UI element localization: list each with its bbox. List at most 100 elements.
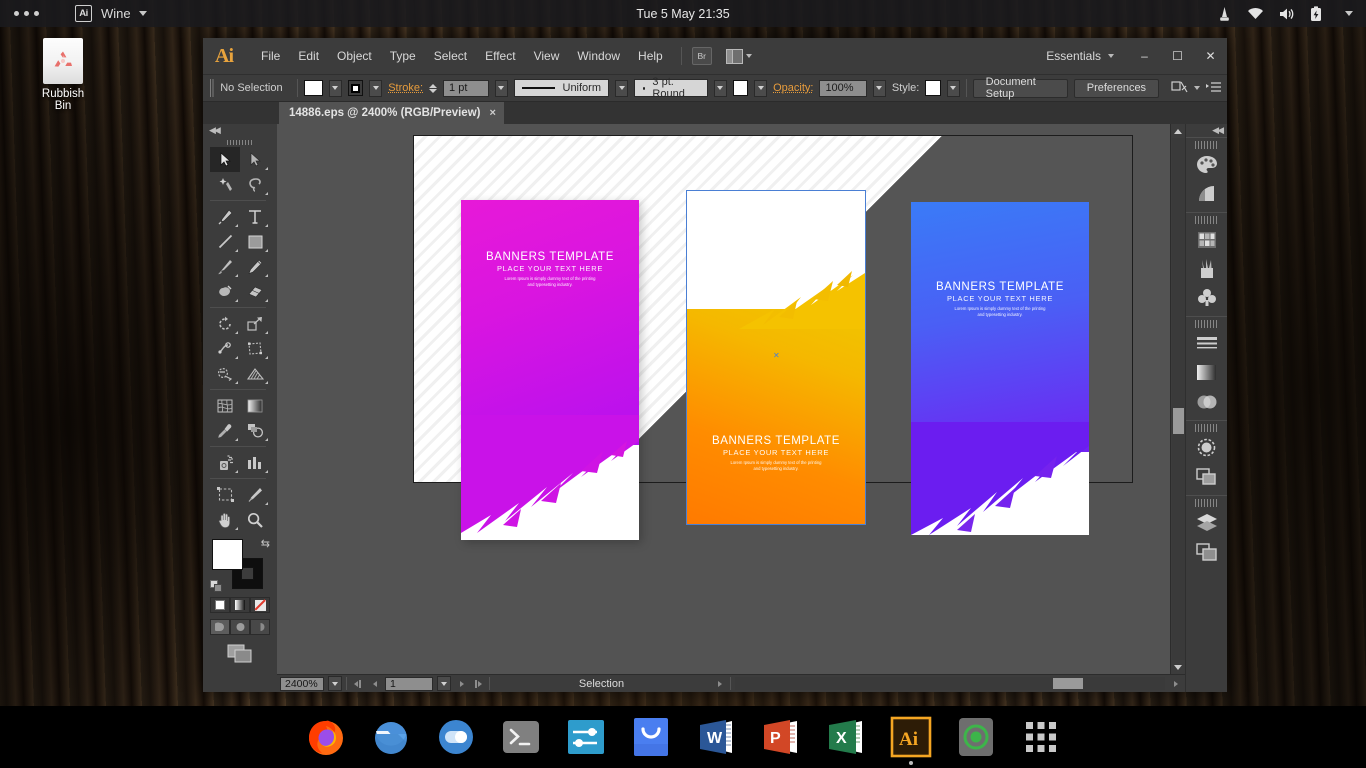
menu-help[interactable]: Help bbox=[630, 45, 671, 67]
artboard-tool[interactable] bbox=[210, 482, 240, 507]
scale-tool[interactable] bbox=[240, 311, 270, 336]
type-tool[interactable] bbox=[240, 204, 270, 229]
close-icon[interactable]: × bbox=[489, 107, 495, 119]
vertical-scroll-thumb[interactable] bbox=[1173, 408, 1184, 434]
chevron-down-icon[interactable] bbox=[139, 11, 147, 16]
control-bar-grip[interactable] bbox=[210, 79, 214, 97]
zoom-level-field[interactable]: 2400% bbox=[280, 677, 324, 691]
status-menu-icon[interactable] bbox=[713, 681, 726, 687]
slice-tool[interactable] bbox=[240, 482, 270, 507]
perspective-grid-tool[interactable] bbox=[240, 361, 270, 386]
workspace-switcher[interactable]: Essentials bbox=[1046, 49, 1114, 63]
magenta-banner[interactable]: BANNERS TEMPLATE PLACE YOUR TEXT HERE Lo… bbox=[461, 200, 639, 540]
opacity-swatch[interactable] bbox=[733, 80, 749, 96]
blue-banner[interactable]: BANNERS TEMPLATE PLACE YOUR TEXT HERE Lo… bbox=[911, 202, 1089, 535]
artboards-panel-icon[interactable] bbox=[1188, 537, 1226, 566]
stroke-weight-dropdown[interactable] bbox=[495, 80, 508, 97]
prev-page-icon[interactable] bbox=[368, 681, 381, 687]
shape-builder-tool[interactable] bbox=[210, 361, 240, 386]
opacity-field[interactable]: 100% bbox=[819, 80, 866, 97]
vlc-icon[interactable] bbox=[1217, 6, 1232, 22]
dock-group-grip[interactable] bbox=[1195, 424, 1219, 432]
brushes-panel-icon[interactable] bbox=[1188, 254, 1226, 283]
firefox-icon[interactable] bbox=[304, 715, 348, 759]
media-player-icon[interactable] bbox=[954, 715, 998, 759]
blob-brush-tool[interactable] bbox=[210, 279, 240, 304]
stroke-profile-dropdown[interactable] bbox=[615, 80, 628, 97]
volume-icon[interactable] bbox=[1279, 7, 1295, 21]
last-page-icon[interactable] bbox=[472, 680, 485, 688]
color-panel-icon[interactable] bbox=[1188, 150, 1226, 179]
arrange-documents-icon[interactable] bbox=[726, 49, 752, 64]
menu-object[interactable]: Object bbox=[329, 45, 380, 67]
dock-group-grip[interactable] bbox=[1195, 216, 1219, 224]
menu-edit[interactable]: Edit bbox=[290, 45, 327, 67]
fill-swatch-large[interactable] bbox=[212, 539, 243, 570]
lasso-tool[interactable] bbox=[240, 172, 270, 197]
gradient-mode-button[interactable] bbox=[230, 597, 250, 613]
files-icon[interactable] bbox=[369, 715, 413, 759]
menu-file[interactable]: File bbox=[253, 45, 288, 67]
opacity-label[interactable]: Opacity: bbox=[773, 82, 813, 94]
brush-definition-dropdown[interactable] bbox=[714, 80, 727, 97]
word-icon[interactable]: W bbox=[694, 715, 738, 759]
scroll-right-button[interactable] bbox=[1169, 681, 1182, 687]
fill-color-swatch[interactable] bbox=[304, 80, 323, 96]
graphic-style-dropdown[interactable] bbox=[947, 80, 960, 97]
bridge-button[interactable]: Br bbox=[692, 47, 712, 65]
menu-effect[interactable]: Effect bbox=[477, 45, 523, 67]
horizontal-scroll-thumb[interactable] bbox=[1053, 678, 1083, 689]
layers-panel-icon[interactable] bbox=[1188, 508, 1226, 537]
direct-selection-tool[interactable] bbox=[240, 147, 270, 172]
transparency-panel-icon[interactable] bbox=[1188, 387, 1226, 416]
color-guide-panel-icon[interactable] bbox=[1188, 179, 1226, 208]
rotate-tool[interactable] bbox=[210, 311, 240, 336]
active-app-name[interactable]: Wine bbox=[101, 6, 131, 21]
menu-type[interactable]: Type bbox=[382, 45, 424, 67]
gradient-tool[interactable] bbox=[240, 393, 270, 418]
hand-tool[interactable] bbox=[210, 507, 240, 532]
terminal-icon[interactable] bbox=[499, 715, 543, 759]
pen-tool[interactable] bbox=[210, 204, 240, 229]
page-number-dropdown[interactable] bbox=[437, 676, 451, 691]
dock-group-grip[interactable] bbox=[1195, 141, 1219, 149]
graphic-styles-panel-icon[interactable] bbox=[1188, 462, 1226, 491]
vertical-scroll-track[interactable] bbox=[1172, 138, 1185, 660]
menu-view[interactable]: View bbox=[526, 45, 568, 67]
scroll-up-button[interactable] bbox=[1174, 124, 1182, 138]
menu-select[interactable]: Select bbox=[426, 45, 475, 67]
stroke-color-swatch[interactable] bbox=[348, 80, 364, 96]
system-menu-chevron-icon[interactable] bbox=[1345, 11, 1353, 16]
app-grid-icon[interactable] bbox=[1019, 715, 1063, 759]
document-tab[interactable]: 14886.eps @ 2400% (RGB/Preview) × bbox=[279, 102, 504, 124]
close-button[interactable]: ✕ bbox=[1194, 44, 1227, 69]
desktop-icon-rubbish-bin[interactable]: Rubbish Bin bbox=[37, 38, 89, 112]
paintbrush-tool[interactable] bbox=[210, 254, 240, 279]
rectangle-tool[interactable] bbox=[240, 229, 270, 254]
symbol-sprayer-tool[interactable] bbox=[210, 450, 240, 475]
stroke-panel-icon[interactable] bbox=[1188, 329, 1226, 358]
blend-tool[interactable] bbox=[240, 418, 270, 443]
align-dropdown-icon[interactable] bbox=[1194, 86, 1200, 90]
first-page-icon[interactable] bbox=[351, 680, 364, 688]
stroke-weight-stepper[interactable] bbox=[429, 84, 437, 93]
magic-wand-tool[interactable] bbox=[210, 172, 240, 197]
column-graph-tool[interactable] bbox=[240, 450, 270, 475]
scroll-down-button[interactable] bbox=[1174, 660, 1182, 674]
fill-swatch-dropdown[interactable] bbox=[329, 80, 342, 97]
graphic-style-swatch[interactable] bbox=[925, 80, 941, 96]
default-fill-stroke-icon[interactable] bbox=[210, 580, 223, 593]
symbols-panel-icon[interactable] bbox=[1188, 283, 1226, 312]
width-tool[interactable] bbox=[210, 336, 240, 361]
battery-icon[interactable] bbox=[1310, 6, 1322, 22]
settings-toggle-icon[interactable] bbox=[434, 715, 478, 759]
change-screen-mode-button[interactable] bbox=[227, 644, 253, 666]
menu-window[interactable]: Window bbox=[569, 45, 628, 67]
mesh-tool[interactable] bbox=[210, 393, 240, 418]
vertical-scrollbar[interactable] bbox=[1170, 124, 1185, 674]
opacity-dropdown[interactable] bbox=[873, 80, 886, 97]
excel-icon[interactable]: X bbox=[824, 715, 868, 759]
illustrator-icon[interactable]: Ai bbox=[889, 715, 933, 759]
dock-collapse-button[interactable]: ◀◀ bbox=[1186, 124, 1227, 137]
dock-group-grip[interactable] bbox=[1195, 320, 1219, 328]
